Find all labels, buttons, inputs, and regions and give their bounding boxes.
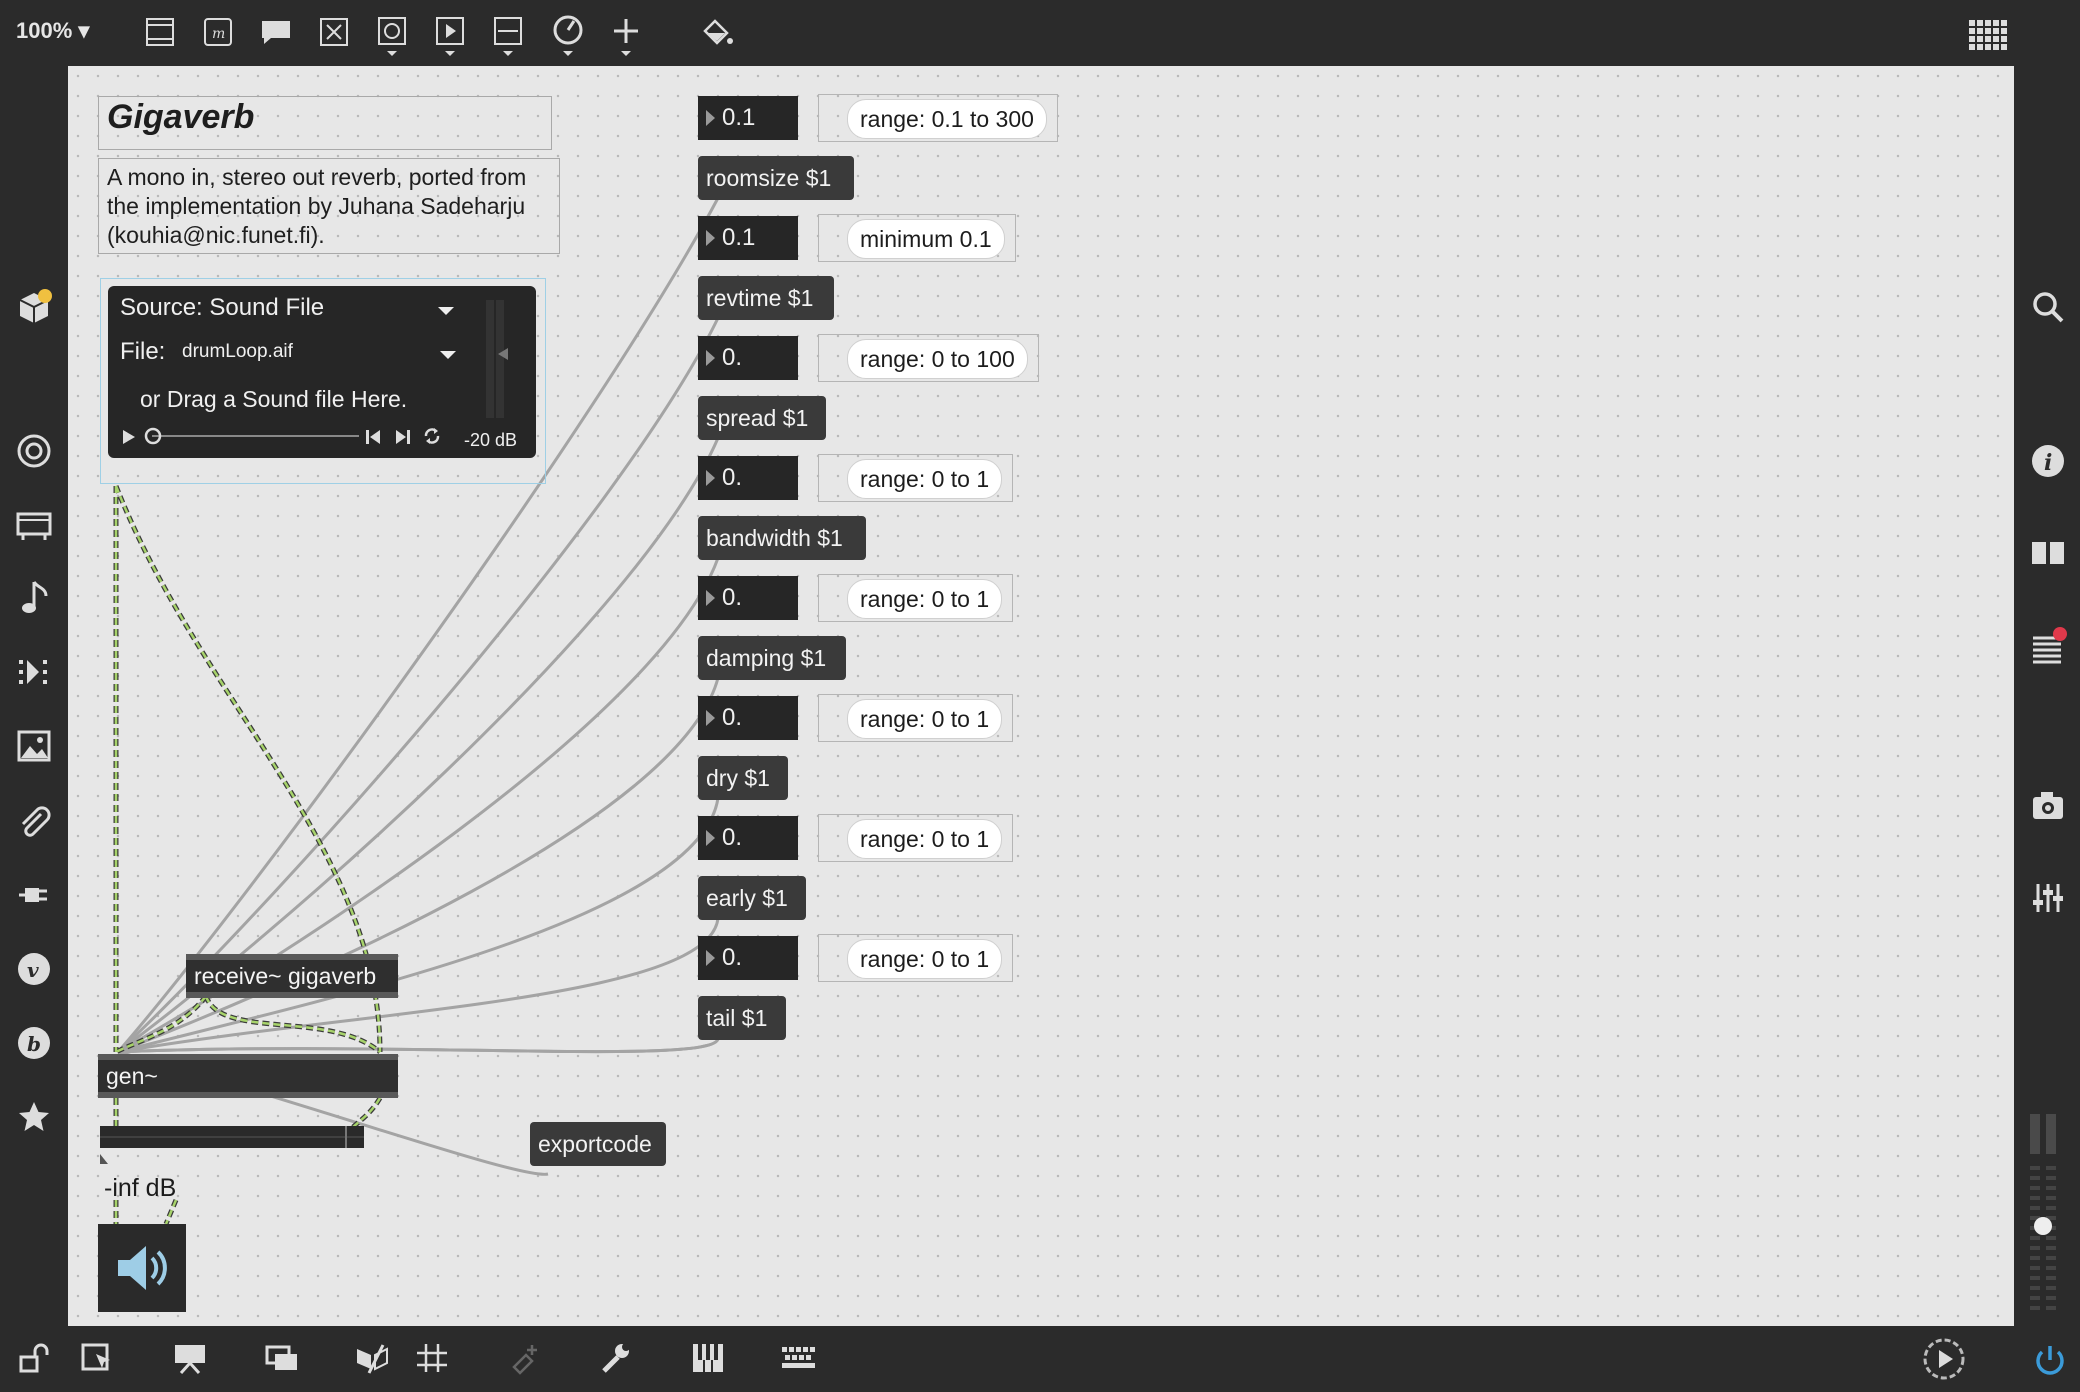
- gain-readout: -20 dB: [464, 430, 518, 450]
- attr-label: range: 0 to 100: [847, 339, 1028, 379]
- attr-label: range: 0.1 to 300: [847, 99, 1047, 139]
- attr-comment: minimum 0.1: [818, 214, 1016, 262]
- skip-back-icon[interactable]: [364, 428, 382, 451]
- loop-icon[interactable]: [422, 426, 442, 451]
- exportcode-message[interactable]: exportcode: [530, 1122, 666, 1166]
- exportcode-label: exportcode: [538, 1131, 652, 1157]
- source-chevron-down-icon[interactable]: [436, 304, 456, 322]
- number-box[interactable]: 0.: [698, 576, 798, 620]
- dac-speaker-button[interactable]: [98, 1224, 186, 1312]
- number-box[interactable]: 0.1: [698, 96, 798, 140]
- attr-label: range: 0 to 1: [847, 579, 1003, 619]
- file-name[interactable]: drumLoop.aif: [182, 341, 293, 363]
- gain-slider[interactable]: [482, 300, 510, 418]
- attr-label: minimum 0.1: [847, 219, 1005, 259]
- source-menu[interactable]: Source: Sound File: [120, 294, 324, 322]
- attr-comment: range: 0 to 1: [818, 934, 1013, 982]
- attr-label: range: 0 to 1: [847, 819, 1003, 859]
- file-chevron-down-icon[interactable]: [438, 348, 458, 366]
- param-message[interactable]: damping $1: [698, 636, 846, 680]
- param-message[interactable]: bandwidth $1: [698, 516, 866, 560]
- source-label: Source: Sound File: [120, 294, 325, 321]
- number-box[interactable]: 0.: [698, 816, 798, 860]
- play-icon[interactable]: [120, 428, 138, 451]
- param-message[interactable]: spread $1: [698, 396, 826, 440]
- playback-position-slider[interactable]: [144, 426, 364, 446]
- number-box[interactable]: 0.1: [698, 216, 798, 260]
- param-message[interactable]: early $1: [698, 876, 806, 920]
- skip-forward-icon[interactable]: [394, 428, 412, 451]
- attr-label: range: 0 to 1: [847, 699, 1003, 739]
- gen-object[interactable]: gen~: [98, 1054, 398, 1098]
- number-box[interactable]: 0.: [698, 456, 798, 500]
- number-box[interactable]: 0.: [698, 696, 798, 740]
- attr-comment: range: 0 to 1: [818, 454, 1013, 502]
- attr-comment: range: 0 to 1: [818, 814, 1013, 862]
- attr-comment: range: 0.1 to 300: [818, 94, 1058, 142]
- patch-description: A mono in, stereo out reverb, ported fro…: [98, 158, 560, 254]
- patch-title: Gigaverb: [98, 96, 552, 150]
- param-message[interactable]: dry $1: [698, 756, 788, 800]
- receive-label: receive~ gigaverb: [194, 963, 377, 989]
- number-box[interactable]: 0.: [698, 336, 798, 380]
- meter-readout: -inf dB: [104, 1174, 177, 1202]
- attr-comment: range: 0 to 1: [818, 574, 1013, 622]
- drag-hint: or Drag a Sound file Here.: [140, 386, 408, 412]
- receive-object[interactable]: receive~ gigaverb: [186, 954, 398, 998]
- speaker-icon: [118, 1246, 167, 1290]
- attr-label: range: 0 to 1: [847, 459, 1003, 499]
- sound-file-player[interactable]: Source: Sound File File: drumLoop.aif or…: [108, 286, 536, 458]
- file-label: File:: [120, 338, 166, 365]
- param-message[interactable]: roomsize $1: [698, 156, 854, 200]
- attr-label: range: 0 to 1: [847, 939, 1003, 979]
- attr-comment: range: 0 to 100: [818, 334, 1039, 382]
- param-message[interactable]: tail $1: [698, 996, 786, 1040]
- attr-comment: range: 0 to 1: [818, 694, 1013, 742]
- param-message[interactable]: revtime $1: [698, 276, 834, 320]
- level-meter: [100, 1126, 366, 1164]
- title-text: Gigaverb: [107, 98, 255, 136]
- gen-label: gen~: [106, 1063, 158, 1089]
- number-box[interactable]: 0.: [698, 936, 798, 980]
